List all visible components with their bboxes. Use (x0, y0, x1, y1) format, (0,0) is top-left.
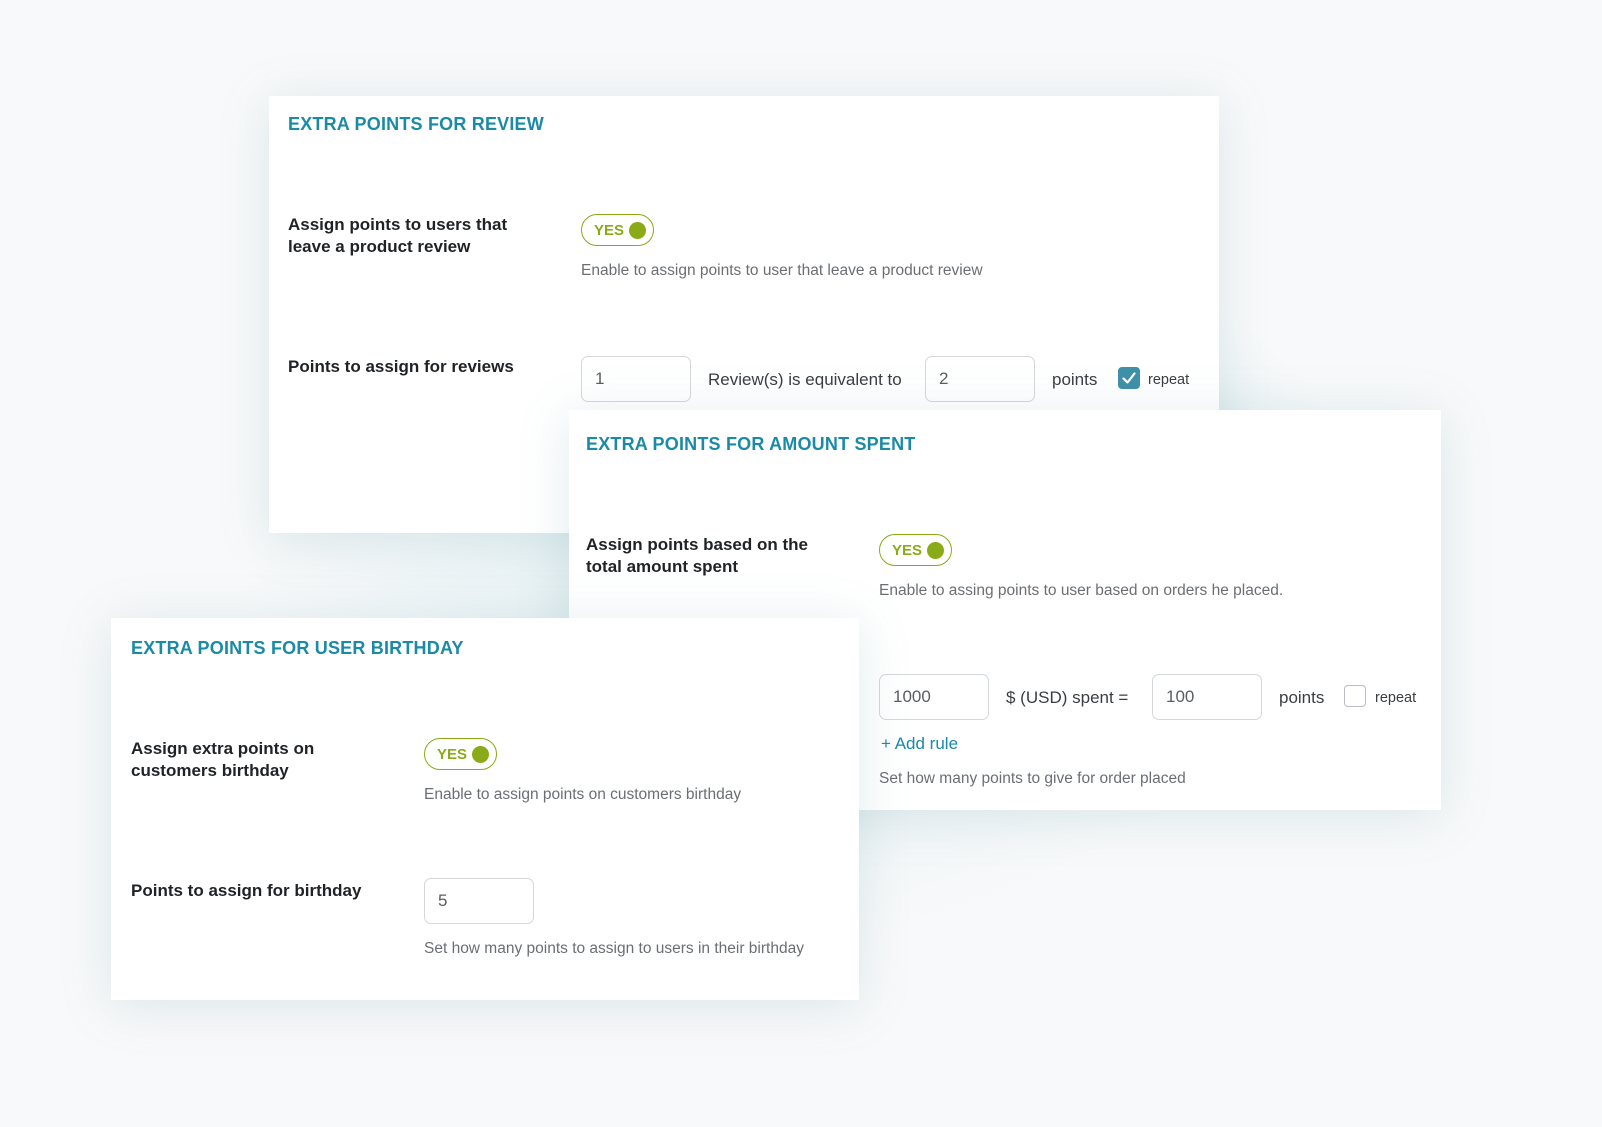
review-repeat-label: repeat (1148, 372, 1190, 388)
birthday-assign-label: Assign extra points on customers birthda… (131, 739, 315, 780)
toggle-knob (629, 222, 646, 239)
checkmark-icon (1122, 372, 1136, 384)
review-enable-toggle[interactable]: YES (581, 214, 654, 246)
amount-card-title: EXTRA POINTS FOR AMOUNT SPENT (586, 434, 916, 454)
birthday-assign-description: Enable to assign points on customers bir… (424, 786, 742, 803)
birthday-settings-card: EXTRA POINTS FOR USER BIRTHDAY Assign ex… (111, 618, 859, 1000)
amount-assign-description: Enable to assing points to user based on… (879, 582, 1284, 599)
review-assign-description: Enable to assign points to user that lea… (581, 262, 983, 279)
review-equivalent-text: Review(s) is equivalent to (708, 370, 902, 389)
review-points-input[interactable] (925, 356, 1035, 402)
amount-spent-text: $ (USD) spent = (1006, 688, 1129, 707)
review-card-title: EXTRA POINTS FOR REVIEW (288, 114, 544, 134)
toggle-yes-label: YES (437, 746, 468, 763)
amount-assign-label: Assign points based on the total amount … (586, 535, 808, 576)
review-points-label: Points to assign for reviews (288, 357, 514, 376)
review-assign-label: Assign points to users that leave a prod… (288, 215, 508, 256)
amount-repeat-label: repeat (1375, 690, 1417, 706)
amount-spent-input[interactable] (879, 674, 989, 720)
birthday-points-label: Points to assign for birthday (131, 881, 362, 900)
review-points-unit: points (1052, 370, 1098, 389)
amount-points-input[interactable] (1152, 674, 1262, 720)
amount-enable-toggle[interactable]: YES (879, 534, 952, 566)
birthday-points-description: Set how many points to assign to users i… (424, 940, 804, 957)
amount-points-unit: points (1279, 688, 1325, 707)
review-repeat-checkbox[interactable] (1118, 367, 1140, 389)
toggle-yes-label: YES (594, 222, 625, 239)
birthday-card-title: EXTRA POINTS FOR USER BIRTHDAY (131, 638, 464, 658)
birthday-points-input[interactable] (424, 878, 534, 924)
birthday-enable-toggle[interactable]: YES (424, 738, 497, 770)
review-count-input[interactable] (581, 356, 691, 402)
amount-repeat-checkbox[interactable] (1344, 685, 1366, 707)
amount-rule-description: Set how many points to give for order pl… (879, 770, 1186, 787)
toggle-yes-label: YES (892, 542, 923, 559)
toggle-knob (927, 542, 944, 559)
toggle-knob (472, 746, 489, 763)
add-rule-link[interactable]: + Add rule (881, 734, 958, 754)
